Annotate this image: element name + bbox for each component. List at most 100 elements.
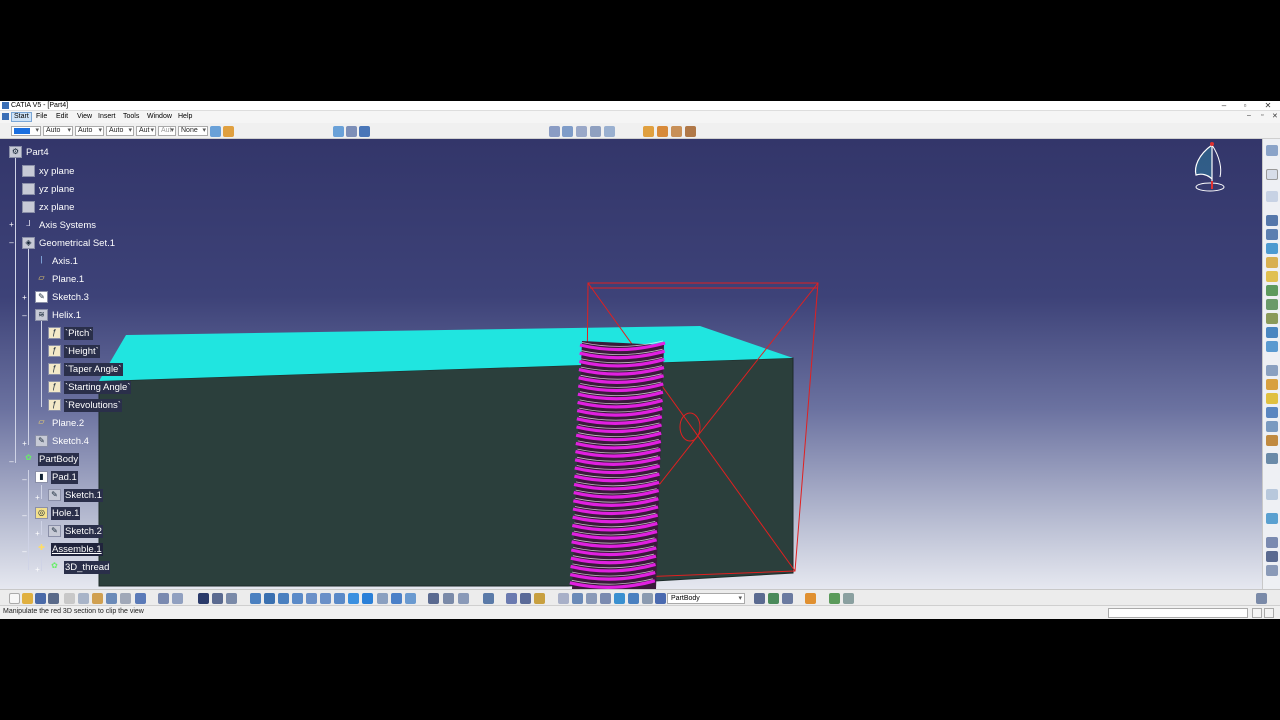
sketch-tracker-icon[interactable]	[805, 593, 816, 604]
tree-node-sketch4[interactable]: ✎ Sketch.4	[35, 434, 90, 448]
tree-node-xy-plane[interactable]: xy plane	[22, 164, 75, 178]
sketch-view-icon[interactable]	[1256, 593, 1267, 604]
tree-node-partbody[interactable]: ✿ PartBody	[22, 452, 80, 466]
tree-node-pitch[interactable]: ƒ `Pitch`	[48, 326, 94, 340]
expand-sketch4[interactable]: +	[21, 440, 28, 448]
draft-analysis-icon[interactable]	[604, 126, 615, 137]
iso-view-icon[interactable]	[362, 593, 373, 604]
instantiate-icon[interactable]	[829, 593, 840, 604]
pan-icon[interactable]	[278, 593, 289, 604]
hide-show-icon[interactable]	[391, 593, 402, 604]
bulb-icon[interactable]	[534, 593, 545, 604]
command-options-button-2[interactable]	[1264, 608, 1274, 618]
section-icon[interactable]	[628, 593, 639, 604]
split-tool-icon[interactable]	[1266, 453, 1278, 464]
update-icon[interactable]	[212, 593, 223, 604]
comment-icon[interactable]	[172, 593, 183, 604]
tree-node-revolutions[interactable]: ƒ `Revolutions`	[48, 398, 122, 412]
maximize-button[interactable]: ▫	[1235, 101, 1255, 111]
tree-node-plane1[interactable]: ▱ Plane.1	[35, 272, 85, 286]
ruler-icon[interactable]	[642, 593, 653, 604]
paste-icon[interactable]	[92, 593, 103, 604]
inertia-icon[interactable]	[576, 126, 587, 137]
color-selector[interactable]	[11, 126, 41, 136]
swap-icon[interactable]	[458, 593, 469, 604]
shell-tool-icon[interactable]	[1266, 407, 1278, 418]
expand-sketch3[interactable]: +	[21, 294, 28, 302]
sketch-analysis-icon[interactable]	[428, 593, 439, 604]
close-button[interactable]: ✕	[1258, 101, 1278, 111]
scan-icon[interactable]	[226, 593, 237, 604]
groove-tool-icon[interactable]	[1266, 257, 1278, 268]
cut-icon[interactable]	[64, 593, 75, 604]
tree-node-part4[interactable]: ⚙ Part4	[9, 145, 50, 159]
constraints-filter-icon[interactable]	[600, 593, 611, 604]
command-options-button[interactable]	[1252, 608, 1262, 618]
tree-node-axis1[interactable]: | Axis.1	[35, 254, 79, 268]
swap-space-icon[interactable]	[405, 593, 416, 604]
knowledge-icon[interactable]	[333, 126, 344, 137]
menu-file[interactable]: File	[34, 112, 49, 122]
fly-mode-icon[interactable]	[250, 593, 261, 604]
3d-thread[interactable]	[569, 340, 666, 589]
menu-window[interactable]: Window	[145, 112, 174, 122]
measure-item-icon[interactable]	[562, 126, 573, 137]
fx-formula-icon[interactable]	[158, 593, 169, 604]
tree-node-zx-plane[interactable]: zx plane	[22, 200, 75, 214]
sketch-positioning-icon[interactable]	[1266, 191, 1278, 202]
help-icon[interactable]	[359, 126, 370, 137]
healing-icon[interactable]	[768, 593, 779, 604]
menu-start[interactable]: Start	[11, 112, 32, 122]
menu-help[interactable]: Help	[176, 112, 194, 122]
expand-sketch1[interactable]: +	[34, 494, 41, 502]
tree-node-plane2[interactable]: ▱ Plane.2	[35, 416, 85, 430]
fillet-tool-icon[interactable]	[1266, 365, 1278, 376]
open-icon[interactable]	[22, 593, 33, 604]
measure-between-icon[interactable]	[614, 593, 625, 604]
powercopy-icon[interactable]	[843, 593, 854, 604]
formula-icon[interactable]	[346, 126, 357, 137]
line-thickness-combo[interactable]: Auto	[75, 126, 104, 136]
tree-node-geometrical-set[interactable]: ◈ Geometrical Set.1	[22, 236, 116, 250]
layer-combo[interactable]: None	[178, 126, 208, 136]
thickness-tool-icon[interactable]	[1266, 421, 1278, 432]
rotate-icon[interactable]	[292, 593, 303, 604]
material-library-icon[interactable]	[657, 126, 668, 137]
collapse-assemble[interactable]: –	[21, 548, 28, 556]
tree-node-taper-angle[interactable]: ƒ `Taper Angle`	[48, 362, 123, 376]
pattern-tool-icon[interactable]	[1266, 513, 1278, 524]
tree-node-helix1[interactable]: ≋ Helix.1	[35, 308, 82, 322]
sketcher-icon[interactable]	[1266, 145, 1278, 156]
collapse-helix[interactable]: –	[21, 312, 28, 320]
apply-material-icon[interactable]	[643, 126, 654, 137]
undo-icon[interactable]	[106, 593, 117, 604]
whats-this-icon[interactable]	[135, 593, 146, 604]
layer-combo-disabled[interactable]: Aut	[158, 126, 176, 136]
shaft-tool-icon[interactable]	[1266, 243, 1278, 254]
print-icon[interactable]	[48, 593, 59, 604]
collapse-geometrical-set[interactable]: –	[8, 239, 15, 247]
copy-icon[interactable]	[78, 593, 89, 604]
select-icon[interactable]	[1266, 169, 1278, 180]
save-icon[interactable]	[35, 593, 46, 604]
catalog-icon[interactable]	[198, 593, 209, 604]
hole-tool-icon[interactable]	[1266, 271, 1278, 282]
axis-tool-icon[interactable]	[558, 593, 569, 604]
doc-close-button[interactable]: ✕	[1272, 112, 1278, 120]
tree-node-3d-thread[interactable]: ✿ 3D_thread	[48, 560, 111, 574]
measure-icon[interactable]	[549, 126, 560, 137]
doc-minimize-button[interactable]: –	[1247, 112, 1251, 119]
collapse-hole[interactable]: –	[21, 512, 28, 520]
menu-insert[interactable]: Insert	[96, 112, 118, 122]
line-type-combo[interactable]: Auto	[106, 126, 134, 136]
tree-node-pad1[interactable]: ▮ Pad.1	[35, 470, 78, 484]
expand-sketch2[interactable]: +	[34, 530, 41, 538]
doc-restore-button[interactable]: ▫	[1261, 112, 1263, 119]
join-icon[interactable]	[754, 593, 765, 604]
constraint-icon[interactable]	[483, 593, 494, 604]
line-tool-icon[interactable]	[1266, 551, 1278, 562]
collapse-partbody[interactable]: –	[8, 458, 15, 466]
multi-view-icon[interactable]	[348, 593, 359, 604]
tree-node-yz-plane[interactable]: yz plane	[22, 182, 75, 196]
zoom-in-icon[interactable]	[306, 593, 317, 604]
